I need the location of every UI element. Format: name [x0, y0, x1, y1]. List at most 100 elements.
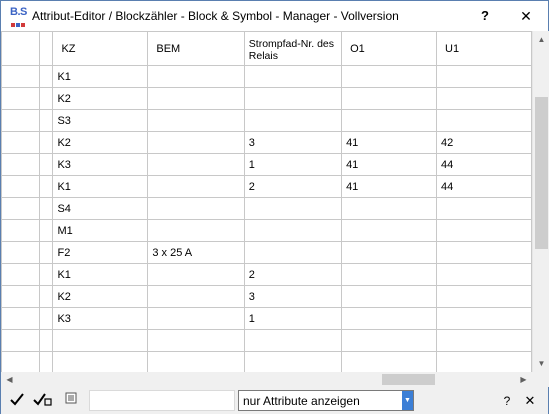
- row-header-cell[interactable]: [1, 109, 40, 132]
- cell-strompfad[interactable]: [243, 219, 343, 242]
- cell-o1[interactable]: [341, 197, 438, 220]
- cell-kz[interactable]: K2: [52, 87, 149, 110]
- cell-bem[interactable]: [147, 65, 245, 88]
- cell-bem[interactable]: [147, 153, 245, 176]
- column-header-o1[interactable]: O1: [341, 31, 438, 66]
- cell-u1[interactable]: [436, 351, 532, 372]
- cell-strompfad[interactable]: [243, 329, 343, 352]
- chevron-down-icon[interactable]: ▼: [402, 391, 413, 410]
- table-row[interactable]: K1 2 41 44: [1, 175, 532, 198]
- cell-kz[interactable]: F2: [52, 241, 149, 264]
- table-row[interactable]: K3 1: [1, 307, 532, 330]
- cell-u1[interactable]: [436, 241, 532, 264]
- row-marker-cell[interactable]: [38, 263, 54, 286]
- table-row[interactable]: K1 2: [1, 263, 532, 286]
- cell-strompfad[interactable]: 1: [243, 153, 343, 176]
- cell-kz[interactable]: K1: [52, 263, 149, 286]
- table-row[interactable]: S4: [1, 197, 532, 220]
- cell-kz[interactable]: S3: [52, 109, 149, 132]
- column-header-kz[interactable]: KZ: [52, 31, 149, 66]
- cell-kz[interactable]: [52, 329, 149, 352]
- cell-u1[interactable]: 44: [436, 175, 532, 198]
- cell-o1[interactable]: [341, 307, 438, 330]
- row-marker-cell[interactable]: [38, 65, 54, 88]
- row-header-cell[interactable]: [1, 153, 40, 176]
- cell-bem[interactable]: [147, 263, 245, 286]
- row-marker-cell[interactable]: [38, 241, 54, 264]
- table-row[interactable]: K1: [1, 65, 532, 88]
- cell-o1[interactable]: [341, 219, 438, 242]
- horizontal-scrollbar[interactable]: ◀ ▶: [1, 372, 532, 387]
- cell-bem[interactable]: [147, 329, 245, 352]
- table-row[interactable]: F2 3 x 25 A: [1, 241, 532, 264]
- cell-kz[interactable]: K1: [52, 65, 149, 88]
- cell-o1[interactable]: 41: [341, 175, 438, 198]
- cell-bem[interactable]: [147, 197, 245, 220]
- help-button[interactable]: ?: [473, 3, 497, 29]
- row-marker-cell[interactable]: [38, 109, 54, 132]
- row-header-cell[interactable]: [1, 285, 40, 308]
- value-input[interactable]: [89, 390, 235, 411]
- cell-strompfad[interactable]: 3: [243, 131, 343, 154]
- cell-u1[interactable]: [436, 109, 532, 132]
- cell-strompfad[interactable]: [243, 87, 343, 110]
- row-header-cell[interactable]: [1, 219, 40, 242]
- row-header-cell[interactable]: [1, 175, 40, 198]
- cell-u1[interactable]: [436, 285, 532, 308]
- column-header-strompfad[interactable]: Strompfad-Nr. des Relais: [243, 31, 343, 66]
- cell-u1[interactable]: [436, 263, 532, 286]
- cell-strompfad[interactable]: [243, 197, 343, 220]
- cell-bem[interactable]: 3 x 25 A: [147, 241, 245, 264]
- cell-kz[interactable]: K2: [52, 285, 149, 308]
- row-header-cell[interactable]: [1, 307, 40, 330]
- cell-bem[interactable]: [147, 307, 245, 330]
- cell-u1[interactable]: [436, 65, 532, 88]
- vertical-scroll-thumb[interactable]: [535, 97, 548, 249]
- row-marker-cell[interactable]: [38, 131, 54, 154]
- scroll-down-arrow-icon[interactable]: ▼: [533, 355, 549, 372]
- row-header-cell[interactable]: [1, 65, 40, 88]
- cell-o1[interactable]: [341, 109, 438, 132]
- row-header-cell[interactable]: [1, 197, 40, 220]
- row-header-cell[interactable]: [1, 87, 40, 110]
- cell-o1[interactable]: [341, 351, 438, 372]
- table-row[interactable]: K2: [1, 87, 532, 110]
- cell-kz[interactable]: M1: [52, 219, 149, 242]
- row-marker-cell[interactable]: [38, 329, 54, 352]
- scroll-up-arrow-icon[interactable]: ▲: [533, 31, 549, 48]
- cell-o1[interactable]: 41: [341, 131, 438, 154]
- table-row[interactable]: M1: [1, 219, 532, 242]
- horizontal-scroll-thumb[interactable]: [382, 374, 435, 385]
- cell-strompfad[interactable]: 1: [243, 307, 343, 330]
- cell-bem[interactable]: [147, 87, 245, 110]
- cell-bem[interactable]: [147, 219, 245, 242]
- table-row[interactable]: [1, 329, 532, 352]
- cell-bem[interactable]: [147, 285, 245, 308]
- row-header-cell[interactable]: [1, 351, 40, 372]
- row-header-cell[interactable]: [1, 131, 40, 154]
- cell-o1[interactable]: [341, 329, 438, 352]
- row-marker-cell[interactable]: [38, 307, 54, 330]
- column-header-u1[interactable]: U1: [436, 31, 532, 66]
- cell-strompfad[interactable]: [243, 109, 343, 132]
- attribute-grid[interactable]: KZ BEM Strompfad-Nr. des Relais O1 U1 K1…: [1, 31, 532, 372]
- table-row[interactable]: S3: [1, 109, 532, 132]
- column-header-bem[interactable]: BEM: [147, 31, 245, 66]
- cell-bem[interactable]: [147, 109, 245, 132]
- cell-o1[interactable]: [341, 285, 438, 308]
- cell-strompfad[interactable]: [243, 241, 343, 264]
- row-marker-cell[interactable]: [38, 219, 54, 242]
- cell-kz[interactable]: K3: [52, 307, 149, 330]
- cell-bem[interactable]: [147, 131, 245, 154]
- table-row[interactable]: K3 1 41 44: [1, 153, 532, 176]
- check-all-icon[interactable]: [33, 391, 53, 411]
- cell-o1[interactable]: [341, 87, 438, 110]
- row-marker-cell[interactable]: [38, 351, 54, 372]
- cell-strompfad[interactable]: [243, 351, 343, 372]
- cell-kz[interactable]: K3: [52, 153, 149, 176]
- cell-bem[interactable]: [147, 351, 245, 372]
- cell-o1[interactable]: [341, 263, 438, 286]
- cell-u1[interactable]: [436, 219, 532, 242]
- bottom-close-button[interactable]: ✕: [519, 391, 541, 411]
- bottom-help-button[interactable]: ?: [498, 391, 516, 411]
